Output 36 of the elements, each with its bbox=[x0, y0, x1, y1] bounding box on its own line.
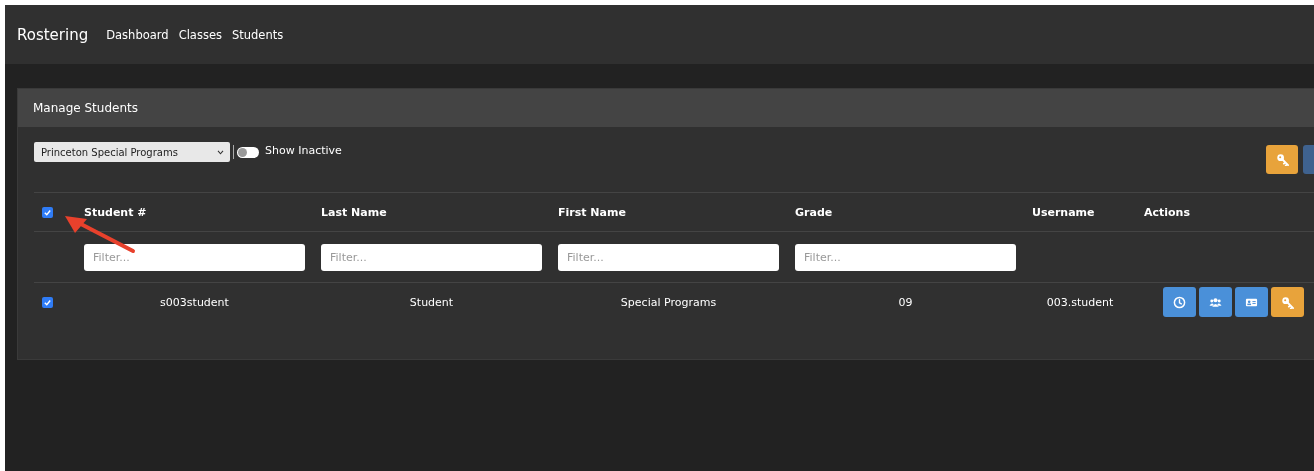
toggle-switch[interactable] bbox=[237, 146, 259, 158]
nav-link[interactable]: Dashboard bbox=[106, 27, 169, 42]
clock-button[interactable] bbox=[1163, 287, 1196, 317]
table-cell: 09 bbox=[898, 295, 913, 309]
nav-link[interactable]: Classes bbox=[178, 27, 222, 42]
column-header: First Name bbox=[558, 205, 626, 219]
table-cell: Student bbox=[409, 295, 454, 309]
table-cell: s003student bbox=[160, 295, 229, 309]
column-header: Grade bbox=[795, 205, 833, 219]
caret-icon bbox=[217, 149, 224, 155]
annotation-arrow bbox=[65, 216, 135, 253]
checkbox[interactable] bbox=[42, 207, 53, 218]
filter-field[interactable]: Filter... bbox=[84, 243, 305, 271]
users-button[interactable] bbox=[1199, 287, 1232, 317]
users-icon bbox=[1209, 295, 1222, 309]
column-header: Username bbox=[1032, 205, 1095, 219]
table-cell: Special Programs bbox=[620, 295, 717, 309]
key-button[interactable] bbox=[1271, 287, 1304, 317]
school-select[interactable]: Princeton Special Programs bbox=[34, 142, 230, 162]
nav-link[interactable]: Students bbox=[231, 27, 284, 42]
column-header: Last Name bbox=[321, 205, 387, 219]
key-button[interactable] bbox=[1266, 145, 1298, 174]
filter-field[interactable]: Filter... bbox=[558, 243, 779, 271]
key-icon bbox=[1275, 153, 1289, 166]
column-header: Actions bbox=[1144, 205, 1190, 219]
filter-field[interactable]: Filter... bbox=[321, 243, 542, 271]
brand-link[interactable]: Rostering bbox=[17, 25, 89, 44]
key-icon bbox=[1281, 295, 1294, 309]
table-cell: 003.student bbox=[1046, 295, 1114, 309]
card-title: Manage Students bbox=[18, 89, 1314, 127]
checkbox[interactable] bbox=[42, 297, 53, 308]
column-header: Student # bbox=[84, 205, 147, 219]
id-card-button[interactable] bbox=[1235, 287, 1268, 317]
toggle-label: Show Inactive bbox=[265, 143, 342, 157]
filter-field[interactable]: Filter... bbox=[795, 243, 1016, 271]
clock-icon bbox=[1173, 295, 1186, 309]
